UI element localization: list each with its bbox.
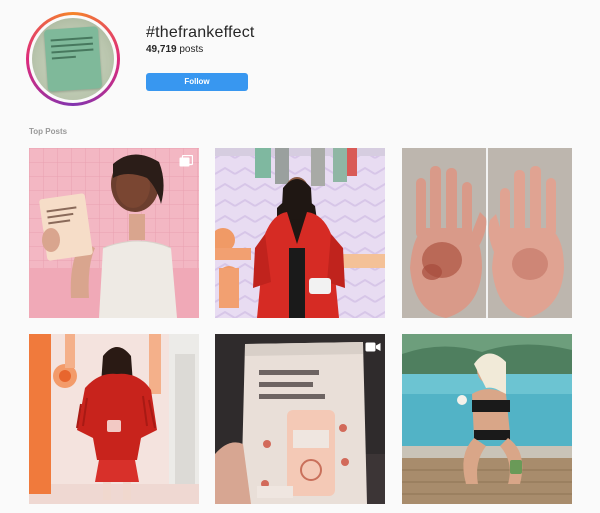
post-tile-2[interactable] xyxy=(215,148,385,318)
hashtag-avatar xyxy=(26,12,120,106)
video-icon xyxy=(365,340,381,352)
post-tile-6[interactable] xyxy=(402,334,572,504)
section-label-top-posts: Top Posts xyxy=(29,127,68,136)
post-tile-3[interactable] xyxy=(402,148,572,318)
post-count-value: 49,719 xyxy=(146,44,177,55)
post-count: 49,719 posts xyxy=(146,44,203,55)
post-tile-1[interactable] xyxy=(29,148,199,318)
follow-button[interactable]: Follow xyxy=(146,73,248,91)
post-count-suffix: posts xyxy=(176,44,204,55)
bottom-fade xyxy=(0,505,600,513)
hashtag-title: #thefrankeffect xyxy=(146,24,255,41)
multiple-images-icon xyxy=(179,154,194,167)
post-tile-5[interactable] xyxy=(215,334,385,504)
hashtag-header: #thefrankeffect 49,719 posts Follow xyxy=(0,0,600,120)
top-posts-grid xyxy=(29,148,572,505)
post-tile-4[interactable] xyxy=(29,334,199,504)
